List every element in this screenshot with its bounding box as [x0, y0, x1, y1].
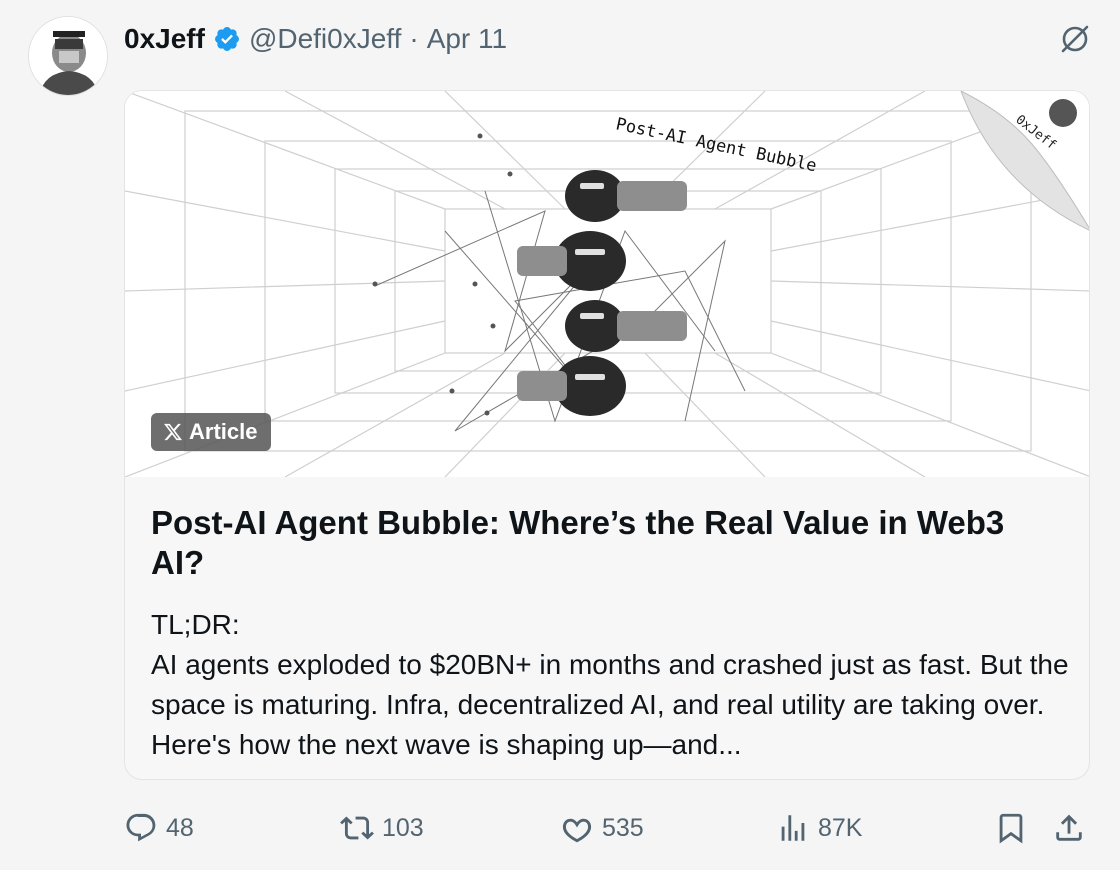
article-card-body: Post-AI Agent Bubble: Where’s the Real V… [125, 477, 1089, 765]
tweet-header: 0xJeff @Defi0xJeff · Apr 11 [124, 20, 507, 58]
share-button[interactable] [1052, 808, 1086, 848]
excerpt-body: AI agents exploded to $20BN+ in months a… [151, 649, 1069, 760]
grok-icon[interactable] [1058, 22, 1092, 56]
bookmark-button[interactable] [994, 808, 1028, 848]
share-icon [1056, 814, 1082, 841]
article-badge: Article [151, 413, 272, 451]
like-button[interactable]: 535 [560, 808, 644, 848]
article-badge-label: Article [189, 419, 258, 444]
header-separator: · [409, 23, 419, 54]
article-cover-image: Post-AI Agent Bubble 0xJeff Article [125, 91, 1089, 477]
article-card[interactable]: Post-AI Agent Bubble 0xJeff Article Post… [124, 90, 1090, 780]
like-count: 535 [602, 813, 644, 842]
analytics-icon [781, 815, 805, 841]
excerpt-heading: TL;DR: [151, 609, 240, 640]
tweet-date[interactable]: Apr 11 [427, 20, 507, 58]
heart-icon [562, 818, 592, 843]
reply-icon [126, 813, 156, 842]
reply-button[interactable]: 48 [124, 808, 194, 848]
views-button[interactable]: 87K [776, 808, 862, 848]
verified-badge-icon [213, 25, 241, 53]
repost-count: 103 [382, 813, 424, 842]
bookmark-icon [999, 813, 1023, 844]
article-title[interactable]: Post-AI Agent Bubble: Where’s the Real V… [151, 503, 1063, 583]
views-count: 87K [818, 813, 863, 842]
repost-button[interactable]: 103 [340, 808, 424, 848]
reply-count: 48 [166, 813, 194, 842]
author-avatar[interactable] [28, 16, 108, 96]
article-excerpt: TL;DR: AI agents exploded to $20BN+ in m… [151, 605, 1071, 765]
author-handle[interactable]: @Defi0xJeff [249, 20, 401, 58]
tweet-actions: 48 103 535 87K [124, 808, 1090, 848]
author-name[interactable]: 0xJeff [124, 20, 205, 58]
avatar-image [29, 17, 107, 95]
x-logo-icon [164, 423, 183, 441]
repost-icon [340, 816, 374, 840]
